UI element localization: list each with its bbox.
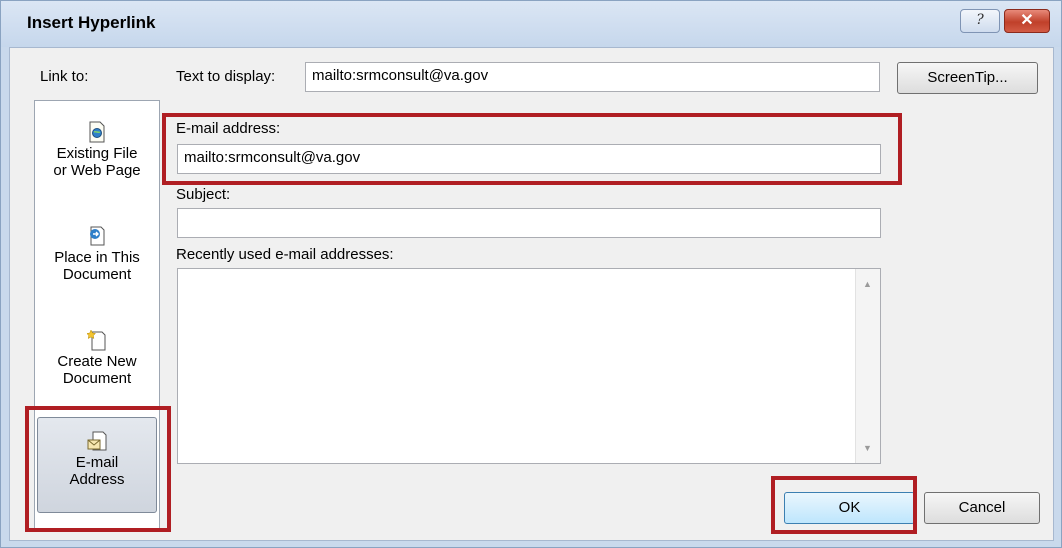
sidebar-item-label: Place in This [54,249,140,266]
email-address-input[interactable]: mailto:srmconsult@va.gov [177,144,881,174]
close-button[interactable]: ✕ [1004,9,1050,33]
link-to-sidebar: Existing File or Web Page Place in This … [34,100,160,532]
sidebar-item-label: Address [69,471,125,488]
existing-file-icon [89,121,105,143]
help-button[interactable]: ? [960,9,1000,33]
ok-button[interactable]: OK [784,492,915,524]
cancel-button[interactable]: Cancel [924,492,1040,524]
email-address-label: E-mail address: [176,120,281,137]
sidebar-item-label: Existing File [56,145,138,162]
title-bar: Insert Hyperlink ? ✕ [1,1,1061,47]
scroll-up-icon[interactable]: ▲ [863,279,872,289]
link-to-label: Link to: [40,68,89,85]
help-icon: ? [976,12,984,28]
recent-addresses-list[interactable]: ▲ ▼ [177,268,881,464]
text-to-display-label: Text to display: [176,68,276,85]
dialog-title: Insert Hyperlink [27,13,156,32]
sidebar-item-label: Create New [57,353,137,370]
sidebar-item-existing-file[interactable]: Existing File or Web Page [37,121,157,191]
sidebar-item-create-new-document[interactable]: Create New Document [37,329,157,401]
recent-addresses-label: Recently used e-mail addresses: [176,246,394,263]
subject-label: Subject: [176,186,231,203]
sidebar-item-label: E-mail [75,454,119,471]
screentip-button[interactable]: ScreenTip... [897,62,1038,94]
close-icon: ✕ [1020,12,1034,29]
sidebar-item-label: or Web Page [53,162,141,179]
text-to-display-input[interactable]: mailto:srmconsult@va.gov [305,62,880,92]
sidebar-item-place-in-document[interactable]: Place in This Document [37,225,157,297]
sidebar-item-label: Document [62,370,132,387]
sidebar-item-email-address[interactable]: E-mail Address [37,417,157,513]
insert-hyperlink-dialog: Insert Hyperlink ? ✕ Link to: Existing F… [0,0,1062,548]
dialog-body: Link to: Existing File or Web Page Place… [9,47,1054,541]
email-address-icon [87,431,107,451]
sidebar-item-label: Document [62,266,132,283]
place-in-document-icon [90,226,105,246]
create-new-document-icon [87,329,106,351]
scroll-down-icon[interactable]: ▼ [863,443,872,453]
vertical-scrollbar[interactable]: ▲ ▼ [855,269,880,463]
subject-input[interactable] [177,208,881,238]
